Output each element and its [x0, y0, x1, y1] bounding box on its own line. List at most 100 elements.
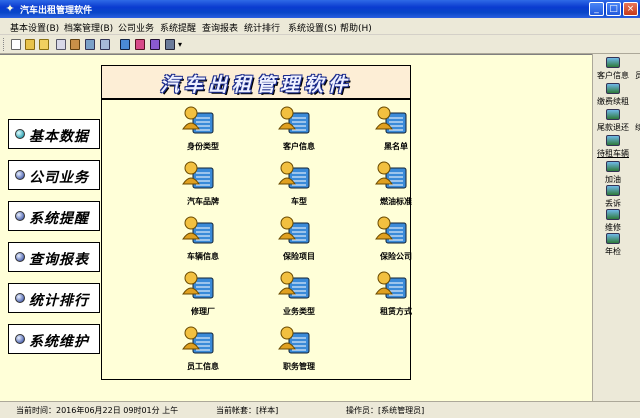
user-icon[interactable] [135, 39, 145, 50]
function-item[interactable]: 身份类型 [158, 105, 228, 155]
sidebar-item-query-report[interactable]: 查询报表 [8, 242, 100, 272]
radio-icon [15, 252, 25, 262]
function-icon [375, 161, 407, 189]
function-item[interactable]: 职务管理 [254, 325, 324, 375]
function-icon [182, 106, 214, 134]
function-item-label: 员工信息 [187, 362, 219, 371]
close-button[interactable]: × [623, 2, 638, 16]
function-item-label: 职务管理 [283, 362, 315, 371]
quick-button[interactable]: 维修 [594, 208, 632, 234]
menu-query-report[interactable]: 查询报表 [202, 21, 238, 34]
menu-statistics[interactable]: 统计排行 [244, 21, 280, 34]
quick-button[interactable]: 尾款退还 [594, 108, 632, 134]
function-item[interactable]: 租赁方式 [351, 270, 421, 320]
save-icon[interactable] [39, 39, 49, 50]
radio-icon [15, 293, 25, 303]
sidebar-item-company-business[interactable]: 公司业务 [8, 160, 100, 190]
menu-system-reminder[interactable]: 系统提醒 [160, 21, 196, 34]
sidebar-item-system-reminder[interactable]: 系统提醒 [8, 201, 100, 231]
menu-bar: 基本设置(B) 档案管理(B) 公司业务 系统提醒 查询报表 统计排行 系统设置… [0, 18, 640, 35]
quick-button-icon [606, 233, 620, 244]
minimize-button[interactable]: _ [589, 2, 604, 16]
quick-button[interactable]: 待租车辆 [594, 134, 632, 160]
quick-button-label: 尾款退还 [597, 123, 629, 132]
sidebar-item-system-maintenance[interactable]: 系统维护 [8, 324, 100, 354]
quick-button-clipped-label: 员 [635, 71, 640, 80]
function-item-label: 保险项目 [283, 252, 315, 261]
settings-icon[interactable] [85, 39, 95, 50]
window-title: 汽车出租管理软件 [20, 6, 93, 16]
function-icon [375, 271, 407, 299]
function-item-label: 黑名单 [384, 142, 408, 151]
function-item[interactable]: 保险项目 [254, 215, 324, 265]
panel-banner: 汽车出租管理软件 [102, 66, 410, 100]
quick-button[interactable]: 客户信息 [594, 56, 632, 82]
function-item[interactable]: 车辆信息 [158, 215, 228, 265]
quick-button-label: 客户信息 [597, 71, 629, 80]
quick-button[interactable]: 年检 [594, 232, 632, 258]
function-item-label: 车型 [291, 197, 307, 206]
function-icon [278, 271, 310, 299]
sidebar-item-label: 系统维护 [29, 334, 89, 350]
toolbar: ▾ [0, 35, 640, 54]
status-operator: 操作员：[系统管理员] [346, 406, 425, 415]
quick-button[interactable]: 缴费续租 [594, 82, 632, 108]
function-icon [182, 161, 214, 189]
menu-company-business[interactable]: 公司业务 [118, 21, 154, 34]
quick-button-clipped-label: 续 [635, 123, 640, 132]
quick-button-clipped[interactable]: 续 [635, 108, 640, 134]
menu-archive[interactable]: 档案管理(B) [64, 21, 113, 34]
book-icon[interactable] [150, 39, 160, 50]
function-icon [278, 216, 310, 244]
menu-system-settings[interactable]: 系统设置(S) [288, 21, 337, 34]
new-icon[interactable] [11, 39, 21, 50]
menu-help[interactable]: 帮助(H) [340, 21, 372, 34]
function-icon [182, 326, 214, 354]
function-item-label: 保险公司 [380, 252, 412, 261]
sidebar-item-label: 系统提醒 [29, 211, 89, 227]
function-item[interactable]: 保险公司 [351, 215, 421, 265]
function-item[interactable]: 修理厂 [158, 270, 228, 320]
function-icon [375, 216, 407, 244]
app-icon: ✦ [5, 2, 15, 15]
function-icon [182, 271, 214, 299]
open-icon[interactable] [25, 39, 35, 50]
function-item[interactable]: 燃油标准 [351, 160, 421, 210]
sidebar-item-basic-data[interactable]: 基本数据 [8, 119, 100, 149]
function-item[interactable]: 客户信息 [254, 105, 324, 155]
quick-button-icon [606, 161, 620, 172]
search-icon[interactable] [70, 39, 80, 50]
function-item-label: 租赁方式 [380, 307, 412, 316]
status-time: 当前时间：2016年06月22日 09时01分 上午 [16, 406, 179, 415]
function-item[interactable]: 黑名单 [351, 105, 421, 155]
sidebar-item-label: 统计排行 [29, 293, 89, 309]
sidebar-item-statistics[interactable]: 统计排行 [8, 283, 100, 313]
toolbar-grip[interactable] [3, 38, 6, 51]
quick-button[interactable]: 丢诉 [594, 184, 632, 210]
quick-button-icon [606, 209, 620, 220]
radio-icon [15, 129, 25, 139]
function-item-label: 汽车品牌 [187, 197, 219, 206]
globe-icon[interactable] [120, 39, 130, 50]
calc-icon[interactable] [100, 39, 110, 50]
sidebar-item-label: 基本数据 [29, 129, 89, 145]
function-item-label: 修理厂 [191, 307, 215, 316]
sidebar-item-label: 公司业务 [29, 170, 89, 186]
function-item[interactable]: 员工信息 [158, 325, 228, 375]
quick-button-icon [606, 57, 620, 68]
banner-title: 汽车出租管理软件 [159, 74, 352, 96]
quick-button-icon [606, 83, 620, 94]
print-icon[interactable] [56, 39, 66, 50]
function-icon [375, 106, 407, 134]
maximize-button[interactable]: □ [606, 2, 621, 16]
function-item[interactable]: 业务类型 [254, 270, 324, 320]
menu-basic-settings[interactable]: 基本设置(B) [10, 21, 59, 34]
dropdown-icon[interactable] [165, 39, 175, 50]
function-item[interactable]: 车型 [254, 160, 324, 210]
quick-button[interactable]: 加油 [594, 160, 632, 186]
function-item[interactable]: 汽车品牌 [158, 160, 228, 210]
toolbar-overflow-icon[interactable]: ▾ [178, 40, 182, 49]
quick-button-clipped[interactable]: 员 [635, 56, 640, 82]
function-item-label: 业务类型 [283, 307, 315, 316]
quick-button-icon [606, 185, 620, 196]
